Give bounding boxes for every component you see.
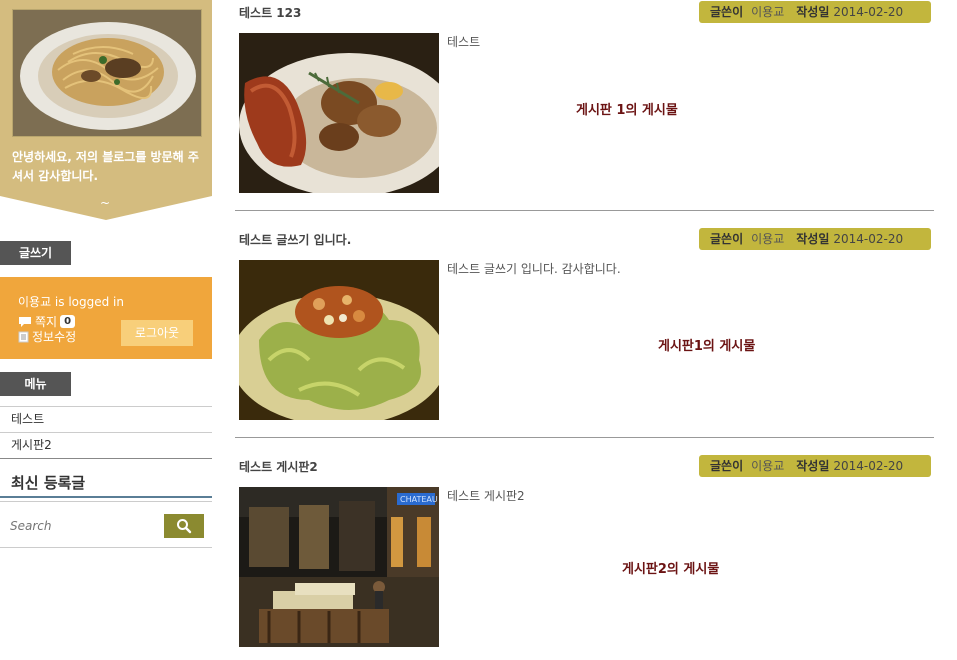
author-name: 이용교 xyxy=(751,232,785,246)
write-widget-title[interactable]: 글쓰기 xyxy=(0,241,71,265)
date-label: 작성일 xyxy=(796,232,830,246)
profile-greeting: 안녕하세요, 저의 블로그를 방문해 주셔서 감사합니다. xyxy=(12,150,199,183)
logout-button[interactable]: 로그아웃 xyxy=(121,320,193,346)
message-count-badge: 0 xyxy=(60,315,76,328)
document-icon xyxy=(18,331,29,342)
post-thumbnail[interactable] xyxy=(239,260,439,420)
menu-widget-title: 메뉴 xyxy=(0,372,71,396)
search-button[interactable] xyxy=(164,514,204,538)
post-divider xyxy=(235,210,934,211)
edit-profile-link[interactable]: 정보수정 xyxy=(18,328,76,345)
post-title[interactable]: 테스트 게시판2 xyxy=(239,458,318,475)
post-meta-bar: 글쓴이 이용교 작성일 2014-02-20 xyxy=(699,1,931,23)
board-label: 게시판 1의 게시물 xyxy=(576,103,678,118)
menu-item-board2[interactable]: 게시판2 xyxy=(0,433,212,459)
post-divider xyxy=(235,437,934,438)
profile-widget: 안녕하세요, 저의 블로그를 방문해 주셔서 감사합니다. ~ xyxy=(0,0,212,220)
author-label: 글쓴이 xyxy=(710,459,744,473)
svg-text:CHATEAU: CHATEAU xyxy=(400,495,438,504)
menu-item-test[interactable]: 테스트 xyxy=(0,407,212,433)
board-label: 게시판1의 게시물 xyxy=(658,339,756,354)
author-label: 글쓴이 xyxy=(710,5,744,19)
post-card: 테스트 글쓰기 입니다. 글쓴이 이용교 작성일 2014-02-20 테스트 글쓰기… xyxy=(235,227,934,433)
profile-photo xyxy=(12,9,202,137)
post-excerpt: 테스트 글쓰기 입니다. 감사합니다. xyxy=(447,262,621,276)
date-label: 작성일 xyxy=(796,5,830,19)
post-card: 테스트 123 글쓴이 이용교 작성일 2014-02-20 테스트 게시판 1의 게… xyxy=(235,0,934,206)
author-name: 이용교 xyxy=(751,5,785,19)
post-excerpt: 테스트 게시판2 xyxy=(447,489,525,503)
profile-tilde: ~ xyxy=(100,196,111,210)
post-meta-bar: 글쓴이 이용교 작성일 2014-02-20 xyxy=(699,455,931,477)
recent-posts-title: 최신 등록글 xyxy=(11,474,86,492)
divider xyxy=(0,547,212,548)
recent-title-underline xyxy=(0,496,212,498)
login-widget: 이용교 is logged in 쪽지 0 정보수정 로그아웃 xyxy=(0,277,212,359)
divider xyxy=(0,501,212,502)
speech-bubble-icon xyxy=(19,316,31,327)
search-input[interactable] xyxy=(4,514,154,538)
post-title[interactable]: 테스트 글쓰기 입니다. xyxy=(239,231,351,248)
author-label: 글쓴이 xyxy=(710,232,744,246)
login-status: 이용교 is logged in xyxy=(18,295,124,309)
author-name: 이용교 xyxy=(751,459,785,473)
sidebar: 안녕하세요, 저의 블로그를 방문해 주셔서 감사합니다. ~ 글쓰기 이용교 … xyxy=(0,0,212,660)
post-thumbnail[interactable] xyxy=(239,33,439,193)
search-icon xyxy=(177,519,192,534)
board-label: 게시판2의 게시물 xyxy=(622,562,720,577)
post-date: 2014-02-20 xyxy=(833,459,904,473)
post-excerpt: 테스트 xyxy=(447,35,481,49)
post-title[interactable]: 테스트 123 xyxy=(239,4,301,21)
edit-profile-label: 정보수정 xyxy=(32,330,77,344)
post-thumbnail[interactable]: CHATEAU xyxy=(239,487,439,647)
post-date: 2014-02-20 xyxy=(833,232,904,246)
date-label: 작성일 xyxy=(796,459,830,473)
post-date: 2014-02-20 xyxy=(833,5,904,19)
post-meta-bar: 글쓴이 이용교 작성일 2014-02-20 xyxy=(699,228,931,250)
post-card: 테스트 게시판2 글쓴이 이용교 작성일2014-02-20 CHATEAU xyxy=(235,454,934,660)
menu-list: 테스트 게시판2 xyxy=(0,406,212,459)
